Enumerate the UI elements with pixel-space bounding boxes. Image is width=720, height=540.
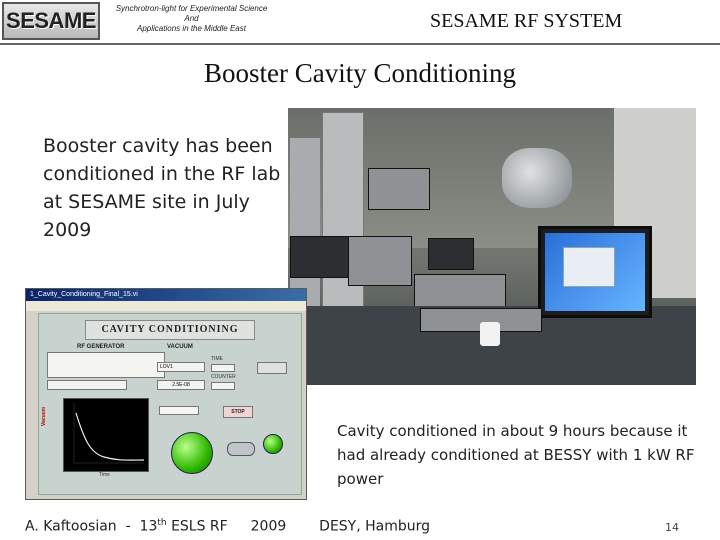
vi-time-field xyxy=(211,364,235,372)
vi-rf-generator-box xyxy=(47,352,165,378)
vi-toggle-switch[interactable] xyxy=(227,442,255,456)
footer-event-number: 13 xyxy=(139,518,158,535)
vi-rf-generator-label: RF GENERATOR xyxy=(77,344,125,350)
vi-window-title: 1_Cavity_Conditioning_Final_15.vi xyxy=(26,289,306,301)
caption-text: Cavity conditioned in about 9 hours beca… xyxy=(337,422,695,488)
body-text: Booster cavity has been conditioned in t… xyxy=(43,135,281,241)
tagline-line-1: Synchrotron-light for Experimental Scien… xyxy=(115,4,268,13)
tagline-line-3: Applications in the Middle East xyxy=(137,24,246,33)
sesame-logo: SESAME xyxy=(2,2,100,40)
header-divider xyxy=(0,43,720,45)
footer-event-suffix: th xyxy=(157,518,167,528)
vi-select-field[interactable] xyxy=(159,406,199,415)
vi-graph-y-label: Vacuum xyxy=(41,406,47,426)
footer-event-name: ESLS RF xyxy=(171,518,228,535)
vi-status-led xyxy=(171,432,213,474)
header-title: SESAME RF SYSTEM xyxy=(430,10,623,32)
vi-vacuum-field: LOV1 xyxy=(157,362,205,372)
vi-graph-svg xyxy=(73,403,145,464)
vi-vacuum-label: VACUUM xyxy=(167,344,193,350)
vi-time-label: TIME xyxy=(211,356,223,362)
vi-vacuum-value: 2.5E-08 xyxy=(157,380,205,390)
vi-menu-bar xyxy=(26,301,306,311)
vi-counter-label: COUNTER xyxy=(211,374,236,380)
footer: A. Kaftoosian - 13th ESLS RF 2009 DESY, … xyxy=(0,512,720,540)
rf-lab-photo xyxy=(288,108,696,385)
vi-counter-field xyxy=(211,382,235,390)
logo-text: SESAME xyxy=(6,8,96,33)
slide-title: Booster Cavity Conditioning xyxy=(203,58,516,88)
vi-graph-x-label: Time xyxy=(99,472,110,478)
footer-location: DESY, Hamburg xyxy=(319,518,431,535)
vi-small-led xyxy=(263,434,283,454)
vi-front-panel: CAVITY CONDITIONING RF GENERATOR VACUUM … xyxy=(38,313,302,495)
slide: SESAME Synchrotron-light for Experimenta… xyxy=(0,0,720,540)
tagline: Synchrotron-light for Experimental Scien… xyxy=(104,4,279,34)
vi-action-button[interactable] xyxy=(257,362,287,374)
page-number: 14 xyxy=(665,521,679,534)
vi-vacuum-graph xyxy=(63,398,149,472)
footer-credits: A. Kaftoosian - 13th ESLS RF 2009 DESY, … xyxy=(25,518,431,535)
footer-year: 2009 xyxy=(250,518,287,535)
footer-author: A. Kaftoosian xyxy=(25,518,117,535)
labview-screenshot: 1_Cavity_Conditioning_Final_15.vi CAVITY… xyxy=(25,288,307,500)
vi-panel-title: CAVITY CONDITIONING xyxy=(85,320,255,340)
tagline-line-2: And xyxy=(184,14,199,23)
vi-rf-select xyxy=(47,380,127,390)
vi-stop-button[interactable]: STOP xyxy=(223,406,253,418)
